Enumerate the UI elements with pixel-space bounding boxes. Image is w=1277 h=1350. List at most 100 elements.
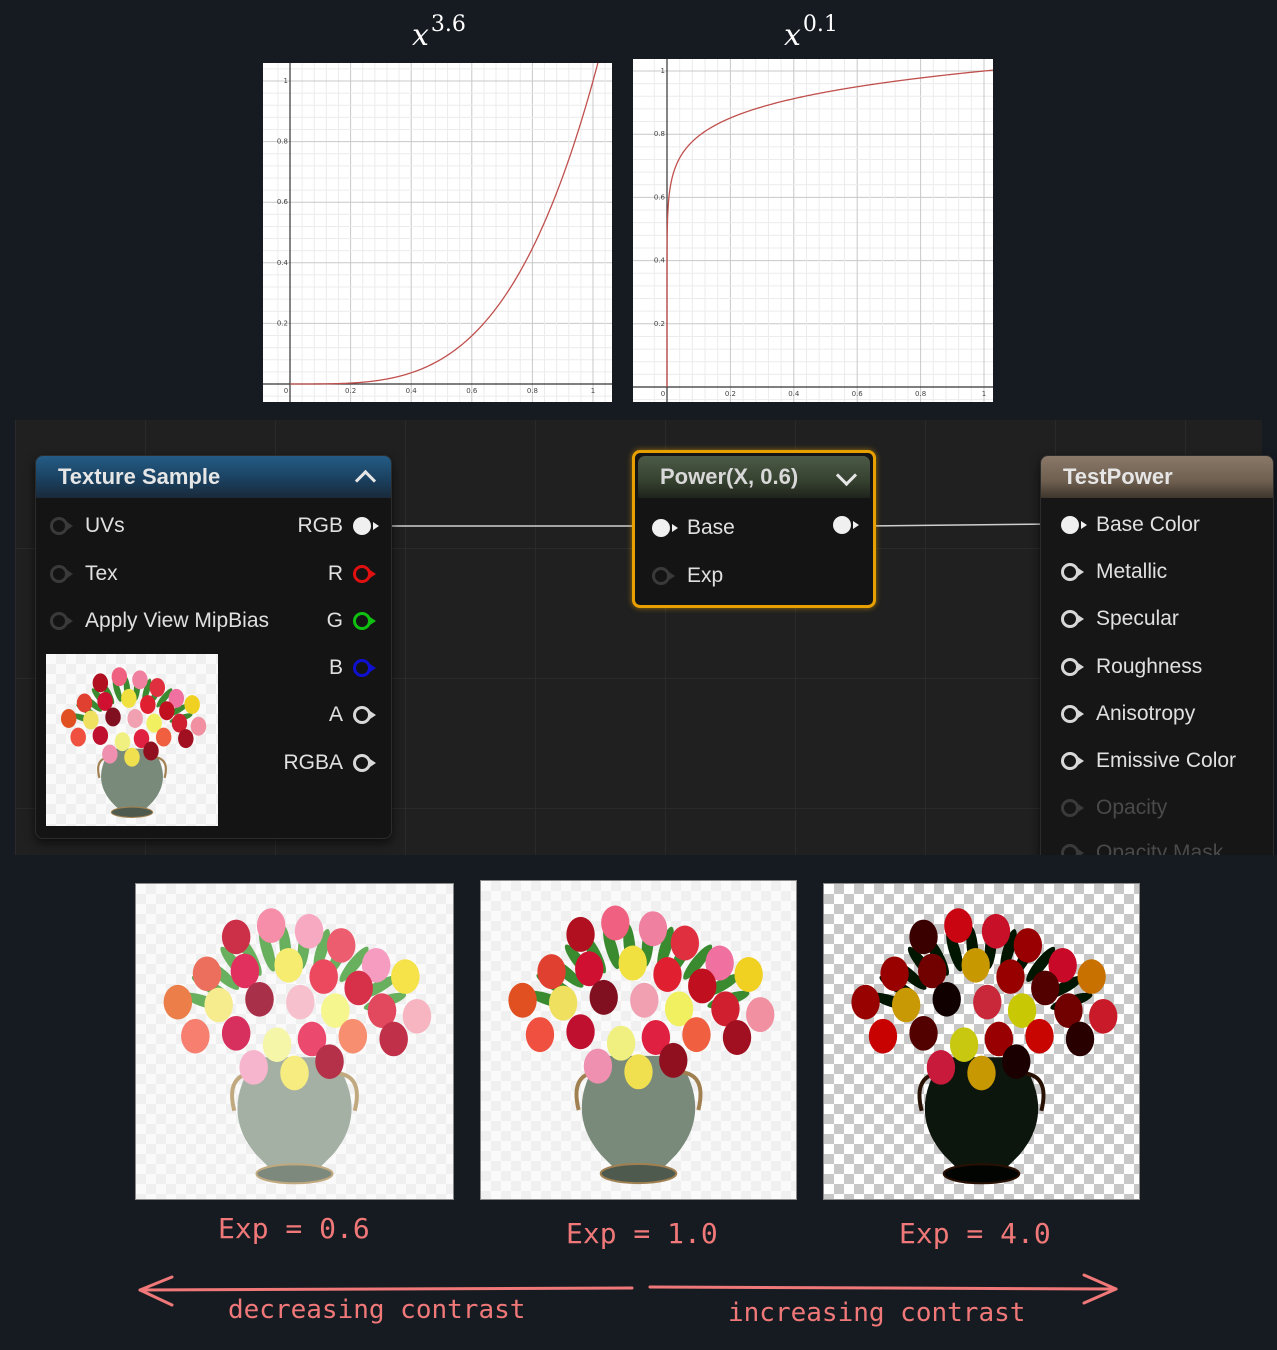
tulip xyxy=(402,998,432,1034)
tulip xyxy=(926,1050,956,1085)
pin-icon[interactable] xyxy=(833,516,859,534)
vase-foot xyxy=(942,1163,1021,1185)
y-tick-label: 0.4 xyxy=(654,257,666,265)
pin-icon[interactable] xyxy=(50,517,73,535)
input-uvs[interactable]: UVs xyxy=(50,514,125,538)
output-g[interactable]: G xyxy=(326,609,376,633)
collapse-chevron-icon[interactable] xyxy=(354,469,377,492)
pin-icon[interactable] xyxy=(1061,563,1084,581)
pin-icon[interactable] xyxy=(353,706,376,724)
plot-right: 0 0.2 0.4 0.6 0.8 1 0.2 0.4 0.6 0.8 1 xyxy=(633,59,993,402)
tulip xyxy=(92,673,109,693)
tulip xyxy=(280,1055,309,1091)
input-tex[interactable]: Tex xyxy=(50,562,118,586)
input-specular[interactable]: Specular xyxy=(1061,607,1179,631)
tulip xyxy=(1002,1044,1031,1079)
input-base-color[interactable]: Base Color xyxy=(1061,513,1200,537)
result-node-header[interactable]: TestPower xyxy=(1041,456,1273,498)
pin-label: UVs xyxy=(85,514,125,537)
output-r[interactable]: R xyxy=(327,562,376,586)
collapse-chevron-icon[interactable] xyxy=(835,464,858,487)
y-tick-label: 0.8 xyxy=(277,138,288,146)
tulip xyxy=(682,1017,711,1053)
power-node-header[interactable]: Power(X, 0.6) xyxy=(638,456,870,498)
pin-label: RGBA xyxy=(283,751,343,774)
result-node[interactable]: TestPower Base Color Metallic Specular R… xyxy=(1040,455,1274,867)
tulip xyxy=(1031,970,1060,1006)
pin-icon[interactable] xyxy=(353,754,376,772)
tulip xyxy=(1077,959,1106,994)
bouquet-image xyxy=(60,667,207,818)
bouquet-image xyxy=(851,908,1118,1185)
input-metallic[interactable]: Metallic xyxy=(1061,560,1167,584)
y-tick-label: 1 xyxy=(284,77,288,85)
tulip xyxy=(909,919,938,955)
tulip xyxy=(624,1054,653,1090)
pin-icon[interactable] xyxy=(1061,658,1084,676)
input-anisotropy[interactable]: Anisotropy xyxy=(1061,702,1195,726)
pin-icon[interactable] xyxy=(50,612,73,630)
tulip xyxy=(909,1015,938,1051)
pin-icon[interactable] xyxy=(652,519,678,537)
x-tick-label: 0 xyxy=(284,387,288,395)
pin-icon[interactable] xyxy=(353,612,376,630)
x-tick-label: 1 xyxy=(591,387,595,395)
input-apply-view-mipbias[interactable]: Apply View MipBias xyxy=(50,609,269,633)
tulip xyxy=(932,981,961,1017)
tulip xyxy=(1025,1018,1054,1054)
tulip xyxy=(221,919,251,955)
x-tick-label: 0.2 xyxy=(725,390,736,398)
tulip xyxy=(606,1025,636,1061)
tulip xyxy=(92,726,109,745)
tulip xyxy=(851,984,880,1020)
tulip xyxy=(140,695,156,715)
pin-icon[interactable] xyxy=(353,517,379,535)
tulip xyxy=(868,1018,898,1054)
tulip xyxy=(286,984,315,1020)
label-exp-0-6: Exp = 0.6 xyxy=(218,1212,370,1245)
pin-icon[interactable] xyxy=(1061,799,1084,817)
power-node[interactable]: Power(X, 0.6) Base Exp xyxy=(632,450,876,608)
tulip xyxy=(688,968,717,1004)
pin-label: R xyxy=(327,562,343,585)
pin-icon[interactable] xyxy=(1061,610,1084,628)
pin-icon[interactable] xyxy=(652,567,675,585)
tulip xyxy=(566,916,595,952)
texture-sample-node[interactable]: Texture Sample UVs Tex Apply View MipBia… xyxy=(35,455,392,839)
x-tick-label: 0.8 xyxy=(527,387,538,395)
vase-foot xyxy=(110,806,154,818)
tulip xyxy=(1089,998,1118,1034)
pin-icon[interactable] xyxy=(1061,516,1087,534)
plot-left-svg: 0 0.2 0.4 0.6 0.8 1 0.2 0.4 0.6 0.8 1 xyxy=(263,63,612,402)
pin-label: A xyxy=(328,703,343,726)
output-rgba[interactable]: RGBA xyxy=(283,751,376,775)
input-opacity[interactable]: Opacity xyxy=(1061,796,1167,820)
tulip xyxy=(583,1048,613,1084)
tulip xyxy=(638,911,668,947)
pin-icon[interactable] xyxy=(1061,705,1084,723)
texture-sample-header[interactable]: Texture Sample xyxy=(36,456,391,498)
output-a[interactable]: A xyxy=(328,703,376,727)
node-title: TestPower xyxy=(1063,464,1173,489)
output-rgb[interactable]: RGB xyxy=(297,514,379,538)
input-exp[interactable]: Exp xyxy=(652,564,723,588)
tulip xyxy=(192,956,222,992)
pin-label: G xyxy=(326,609,343,632)
y-tick-label: 0.6 xyxy=(277,198,289,206)
tulip xyxy=(245,981,274,1017)
pin-icon[interactable] xyxy=(353,565,376,583)
output-b[interactable]: B xyxy=(329,656,376,680)
input-emissive-color[interactable]: Emissive Color xyxy=(1061,749,1236,773)
input-roughness[interactable]: Roughness xyxy=(1061,655,1202,679)
result-image-exp-1-0 xyxy=(480,880,797,1200)
pin-icon[interactable] xyxy=(50,565,73,583)
output-result[interactable] xyxy=(833,516,859,534)
input-base[interactable]: Base xyxy=(652,516,735,540)
plot-title-right: x0.1 xyxy=(784,12,838,53)
pin-icon[interactable] xyxy=(1061,752,1084,770)
material-graph-canvas[interactable]: Texture Sample UVs Tex Apply View MipBia… xyxy=(15,420,1274,867)
wire-power-to-basecolor xyxy=(860,523,1056,527)
pin-icon[interactable] xyxy=(353,659,376,677)
pin-label: Base Color xyxy=(1096,513,1200,536)
y-tick-label: 0.2 xyxy=(277,319,288,327)
